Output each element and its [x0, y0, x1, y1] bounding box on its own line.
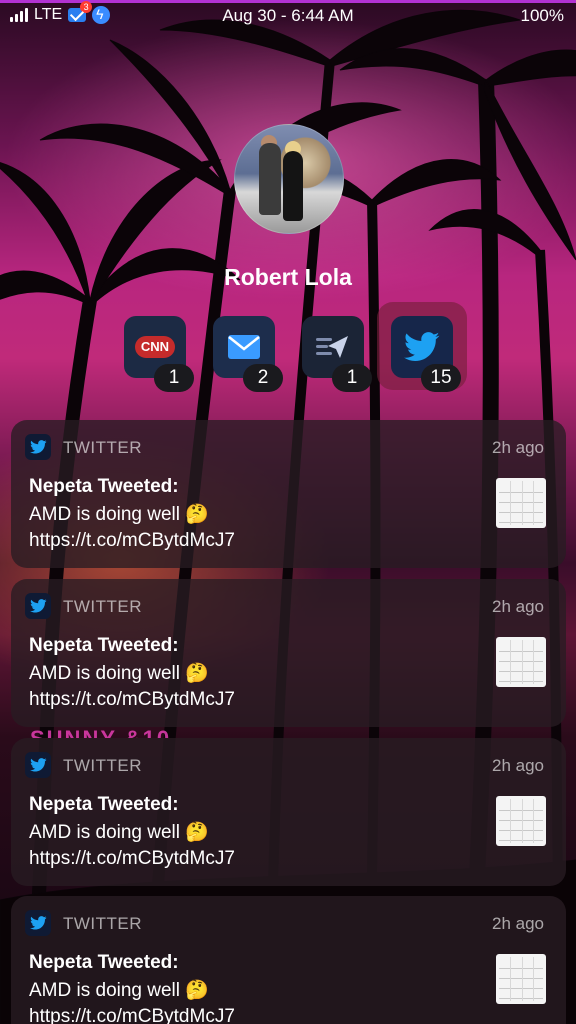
notification-thumbnail[interactable] [496, 796, 546, 846]
notification-app-name: TWITTER [63, 914, 143, 933]
twitter-app-icon [25, 910, 51, 936]
notification-app-name: TWITTER [63, 756, 143, 775]
twitter-app-icon [25, 752, 51, 778]
notification-body: AMD is doing well 🤔 https://t.co/mCBytdM… [29, 980, 235, 1024]
notification-body: AMD is doing well 🤔 https://t.co/mCBytdM… [29, 663, 235, 710]
notification-time: 2h ago [492, 438, 544, 457]
notification-thumbnail[interactable] [496, 637, 546, 687]
app-group-send[interactable]: 1 [302, 316, 372, 392]
twitter-app-icon [25, 593, 51, 619]
notification-title: Nepeta Tweeted: [29, 952, 179, 973]
notification-thumbnail[interactable] [496, 954, 546, 1004]
wallpaper-sign-text: SUNNY &10 [30, 726, 171, 738]
notification-title: Nepeta Tweeted: [29, 794, 179, 815]
mail-icon [228, 335, 260, 359]
notification-thumbnail[interactable] [496, 478, 546, 528]
notification-card[interactable]: TWITTER 2h ago Nepeta Tweeted: AMD is do… [11, 579, 566, 727]
notification-time: 2h ago [492, 756, 544, 775]
app-group-mail[interactable]: 2 [213, 316, 283, 392]
notification-app-name: TWITTER [63, 438, 143, 457]
send-icon [316, 336, 348, 358]
avatar[interactable] [234, 124, 344, 234]
notification-title: Nepeta Tweeted: [29, 476, 179, 497]
notification-body: AMD is doing well 🤔 https://t.co/mCBytdM… [29, 822, 235, 869]
battery-percentage: 100% [520, 6, 564, 25]
app-group-count: 15 [421, 364, 461, 392]
cnn-icon: CNN [135, 336, 175, 358]
twitter-icon [404, 332, 440, 361]
notification-body: AMD is doing well 🤔 https://t.co/mCBytdM… [29, 504, 235, 551]
app-group-count: 1 [332, 364, 372, 392]
profile-name: Robert Lola [224, 264, 352, 290]
status-bar: LTE 3 Aug 30 - 6:44 AM 100% [0, 0, 576, 32]
notification-time: 2h ago [492, 597, 544, 616]
notification-card[interactable]: TWITTER 2h ago Nepeta Tweeted: AMD is do… [11, 896, 566, 1024]
app-group-twitter[interactable]: 15 [391, 316, 461, 392]
notification-card[interactable]: TWITTER 2h ago Nepeta Tweeted: AMD is do… [11, 420, 566, 568]
notification-time: 2h ago [492, 914, 544, 933]
twitter-app-icon [25, 434, 51, 460]
notification-app-name: TWITTER [63, 597, 143, 616]
app-group-count: 1 [154, 364, 194, 392]
app-group-count: 2 [243, 364, 283, 392]
notification-card[interactable]: TWITTER 2h ago Nepeta Tweeted: AMD is do… [11, 738, 566, 886]
app-group-cnn[interactable]: CNN 1 [124, 316, 194, 392]
status-datetime: Aug 30 - 6:44 AM [222, 6, 354, 25]
notification-title: Nepeta Tweeted: [29, 635, 179, 656]
